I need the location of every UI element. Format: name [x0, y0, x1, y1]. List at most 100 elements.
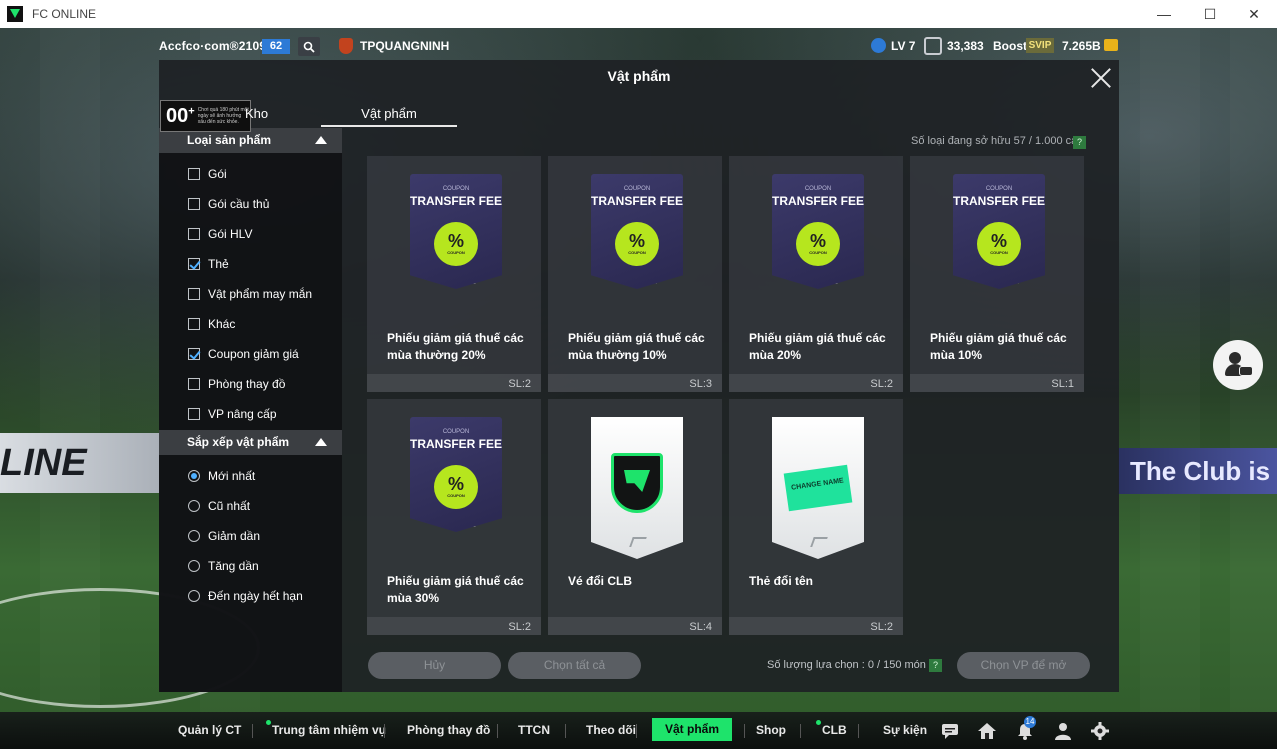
- radio[interactable]: [188, 500, 200, 512]
- sort-option-label: Giảm dần: [208, 529, 261, 543]
- account-name[interactable]: Accfco·com®2109e: [159, 39, 273, 53]
- fc-points-icon: [924, 37, 942, 55]
- minimize-button[interactable]: —: [1141, 0, 1187, 28]
- filter-option-label: VP nâng cấp: [208, 407, 277, 421]
- collapse-triangle-icon: [315, 136, 327, 144]
- item-card[interactable]: COUPON TRANSFER FEE % COUPON 30% DISCOUNT Phiế…: [367, 399, 541, 635]
- nav-item[interactable]: Shop: [756, 723, 786, 737]
- nav-item[interactable]: Theo dõi: [586, 723, 636, 737]
- nav-separator: [636, 724, 637, 738]
- filter-option[interactable]: Gói cầu thủ: [188, 196, 269, 212]
- cancel-button[interactable]: Hủy: [368, 652, 501, 679]
- sort-option[interactable]: Mới nhất: [188, 468, 255, 484]
- discount-value: 20: [833, 280, 851, 297]
- checkbox-checked[interactable]: [188, 258, 200, 270]
- percent-seal-icon: % COUPON: [434, 465, 478, 509]
- filter-option[interactable]: VP nâng cấp: [188, 406, 277, 422]
- checkbox[interactable]: [188, 168, 200, 180]
- nav-item[interactable]: Phòng thay đồ: [407, 723, 490, 737]
- radio[interactable]: [188, 560, 200, 572]
- seal-sub-label: COUPON: [628, 250, 646, 255]
- coupon-top-label: COUPON: [442, 429, 470, 435]
- home-icon[interactable]: [977, 721, 997, 741]
- sort-option-label: Đến ngày hết hạn: [208, 589, 303, 603]
- radio[interactable]: [188, 530, 200, 542]
- chat-icon[interactable]: [940, 721, 960, 741]
- item-card[interactable]: Vé đổi CLB SL:4: [548, 399, 722, 635]
- tab-vat-pham[interactable]: Vật phẩm: [321, 106, 457, 127]
- select-all-button[interactable]: Chọn tất cả: [508, 652, 641, 679]
- sort-option-label: Cũ nhất: [208, 499, 251, 513]
- nav-item[interactable]: CLB: [816, 720, 847, 737]
- filter-option-label: Gói: [208, 167, 227, 181]
- item-card[interactable]: COUPON TRANSFER FEE % COUPON 20% DISCOUNT Phiế…: [729, 156, 903, 392]
- filter-option[interactable]: Phòng thay đồ: [188, 376, 285, 392]
- item-name: Phiếu giảm giá thuế các mùa thường 20%: [387, 331, 524, 362]
- owned-help-button[interactable]: ?: [1073, 136, 1086, 149]
- seal-sub-label: COUPON: [447, 250, 465, 255]
- filter-option[interactable]: Gói HLV: [188, 226, 252, 242]
- age-rating: 00: [166, 104, 189, 127]
- radio-selected[interactable]: [188, 470, 200, 482]
- fc-logo-icon: [810, 537, 828, 547]
- discount-value: 30: [471, 523, 489, 540]
- collapse-triangle-icon: [315, 438, 327, 446]
- coupon-top-label: COUPON: [442, 186, 470, 192]
- nav-item[interactable]: Sự kiện: [883, 723, 927, 737]
- nav-item[interactable]: TTCN: [518, 723, 550, 737]
- tab-kho[interactable]: Kho: [245, 106, 268, 121]
- profile-icon[interactable]: [1053, 721, 1073, 741]
- search-button[interactable]: [298, 37, 320, 56]
- boost-label[interactable]: Boost: [993, 39, 1027, 53]
- item-name: Phiếu giảm giá thuế các mùa 30%: [387, 574, 524, 605]
- checkbox[interactable]: [188, 318, 200, 330]
- sort-option[interactable]: Cũ nhất: [188, 498, 250, 514]
- checkbox[interactable]: [188, 228, 200, 240]
- nav-item-active[interactable]: Vật phẩm: [652, 718, 732, 741]
- friends-chat-button[interactable]: [1213, 340, 1263, 390]
- checkbox[interactable]: [188, 198, 200, 210]
- club-crest-icon: [339, 38, 353, 54]
- top-hud: Accfco·com®2109e 62 TPQUANGNINH LV 7 33,…: [0, 34, 1277, 60]
- sort-option[interactable]: Đến ngày hết hạn: [188, 588, 303, 604]
- item-name: Thẻ đổi tên: [749, 574, 813, 588]
- checkbox-checked[interactable]: [188, 348, 200, 360]
- item-card[interactable]: CHANGE NAME Thẻ đổi tên SL:2: [729, 399, 903, 635]
- settings-icon[interactable]: [1090, 721, 1110, 741]
- radio[interactable]: [188, 590, 200, 602]
- coupon-image: COUPON TRANSFER FEE% COUPON 30% DISCOUNT: [410, 417, 502, 532]
- discount-label: DISCOUNT: [648, 297, 675, 303]
- sort-option[interactable]: Giảm dần: [188, 528, 260, 544]
- nav-item[interactable]: Quản lý CT: [178, 723, 241, 737]
- close-modal-button[interactable]: [1089, 66, 1113, 90]
- nav-separator: [744, 724, 745, 738]
- open-items-button[interactable]: Chọn VP để mở: [957, 652, 1090, 679]
- item-card[interactable]: COUPON TRANSFER FEE % COUPON 20% DISCOUNT Phiế…: [367, 156, 541, 392]
- club-name[interactable]: TPQUANGNINH: [360, 39, 449, 53]
- nav-item[interactable]: Trung tâm nhiệm vụ: [265, 720, 386, 737]
- discount-value: 20: [471, 280, 489, 297]
- player-level: LV 7: [891, 39, 916, 53]
- sort-option[interactable]: Tăng dần: [188, 558, 259, 574]
- filter-option[interactable]: Khác: [188, 316, 235, 332]
- checkbox[interactable]: [188, 408, 200, 420]
- item-card[interactable]: COUPON TRANSFER FEE % COUPON 10% DISCOUNT Phiế…: [548, 156, 722, 392]
- checkbox[interactable]: [188, 288, 200, 300]
- filter-option[interactable]: Thẻ: [188, 256, 229, 272]
- filter-option-label: Gói cầu thủ: [208, 197, 270, 211]
- untradable-lock-icon: [599, 282, 611, 289]
- filter-option[interactable]: Vật phẩm may mắn: [188, 286, 312, 302]
- club-ticket-image: [591, 417, 683, 559]
- sort-section-header[interactable]: Sắp xếp vật phẩm: [159, 430, 342, 455]
- item-quantity: SL:4: [689, 621, 712, 633]
- close-window-button[interactable]: ✕: [1231, 0, 1277, 28]
- maximize-button[interactable]: ☐: [1187, 0, 1233, 28]
- checkbox[interactable]: [188, 378, 200, 390]
- item-card[interactable]: COUPON TRANSFER FEE % COUPON 10% DISCOUNT Phiế…: [910, 156, 1084, 392]
- club-shield-icon: [611, 453, 663, 513]
- selection-help-button[interactable]: ?: [929, 659, 942, 672]
- filter-option[interactable]: Gói: [188, 166, 227, 182]
- nav-separator: [858, 724, 859, 738]
- filter-option[interactable]: Coupon giảm giá: [188, 346, 299, 362]
- health-warning: Chơi quá 180 phút một ngày sẽ ảnh hưởng …: [197, 107, 249, 125]
